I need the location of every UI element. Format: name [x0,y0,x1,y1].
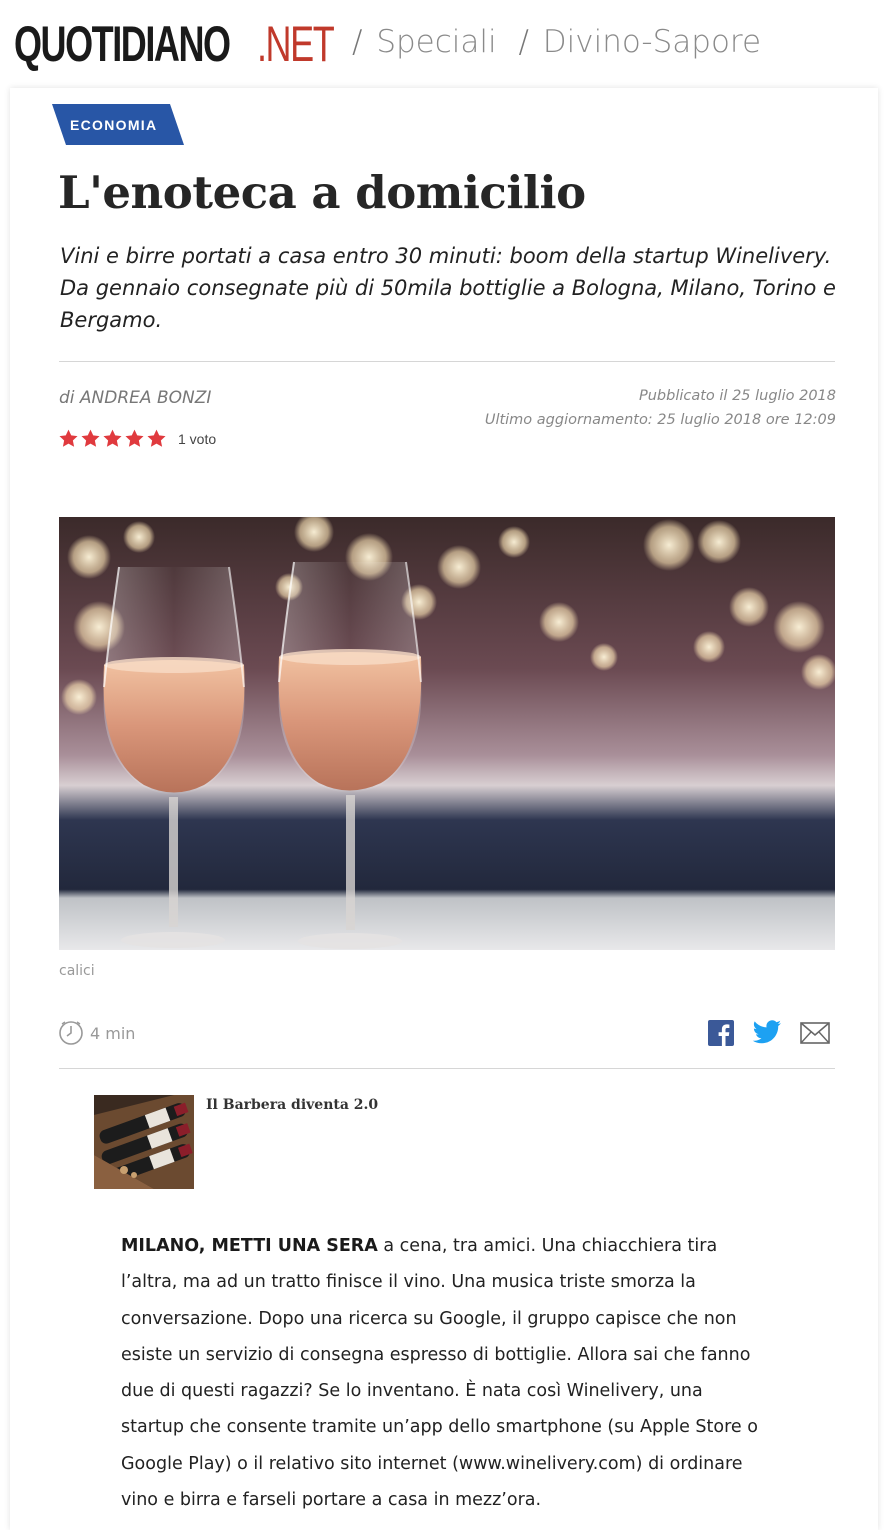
article-title: L'enoteca a domicilio [58,166,586,219]
star-icon[interactable] [102,428,123,449]
breadcrumb-separator: / [352,24,363,60]
vote-count: 1 voto [178,430,217,447]
logo-ext-text: .NET [257,16,335,72]
read-time: 4 min [58,1020,135,1046]
article-dates: Pubblicato il 25 luglio 2018 Ultimo aggi… [485,384,836,432]
article-subtitle: Vini e birre portati a casa entro 30 min… [60,244,836,332]
author-byline: di ANDREA BONZI [59,388,212,408]
read-time-label: 4 min [90,1023,136,1043]
star-icon[interactable] [58,428,79,449]
article-lead: MILANO, METTI UNA SERA [121,1236,378,1256]
star-rating[interactable]: 1 voto [58,428,216,449]
breadcrumb-separator: / [518,24,529,60]
related-article[interactable]: Il Barbera diventa 2.0 [94,1095,378,1189]
site-header: QUOTIDIANO .NET / Speciali / Divino-Sapo… [0,0,890,88]
logo-main-text: QUOTIDIANO [14,16,231,72]
related-article-title: Il Barbera diventa 2.0 [206,1097,379,1113]
breadcrumb: / Speciali / Divino-Sapore [352,24,761,60]
share-divider [59,1068,835,1069]
twitter-share-button[interactable] [752,1020,782,1046]
breadcrumb-divino-sapore[interactable]: Divino-Sapore [543,24,761,60]
wine-glasses-photo [59,517,835,950]
clock-icon [59,1021,83,1045]
share-bar [690,1020,830,1046]
twitter-icon [752,1020,781,1044]
image-caption: calici [59,963,95,979]
article-body: MILANO, METTI UNA SERA a cena, tra amici… [121,1228,771,1518]
updated-date: Ultimo aggiornamento: 25 luglio 2018 ore… [484,412,836,428]
star-icon[interactable] [124,428,145,449]
mail-icon [800,1022,830,1044]
breadcrumb-speciali[interactable]: Speciali [376,24,496,60]
article-body-text: a cena, tra amici. Una chiacchiera tira … [121,1236,758,1511]
mail-share-button[interactable] [800,1022,830,1044]
star-icon[interactable] [146,428,167,449]
header-divider [59,361,835,362]
site-logo[interactable]: QUOTIDIANO .NET [14,14,335,74]
article-hero-image[interactable] [59,517,835,950]
facebook-icon [708,1020,734,1046]
section-tag[interactable]: ECONOMIA [52,104,184,145]
star-icon[interactable] [80,428,101,449]
wine-box-photo [94,1095,194,1189]
facebook-share-button[interactable] [708,1020,734,1046]
published-date: Pubblicato il 25 luglio 2018 [638,388,836,404]
section-tag-label: ECONOMIA [70,117,158,133]
related-article-thumbnail [94,1095,194,1189]
